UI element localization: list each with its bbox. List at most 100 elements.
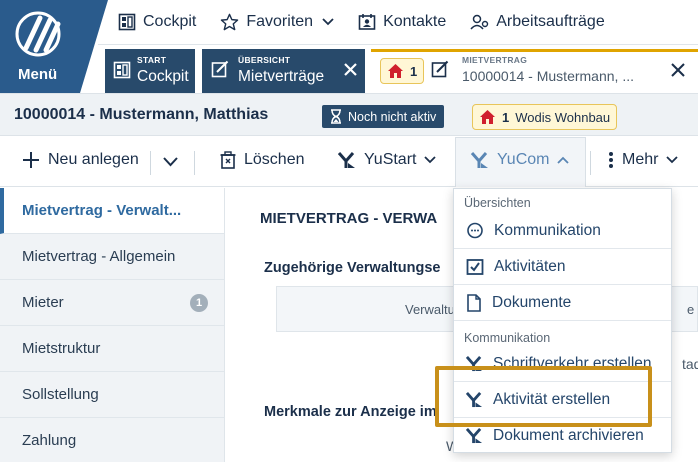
sidebar-item-label: Sollstellung xyxy=(22,386,99,403)
count-badge: 1 xyxy=(190,294,208,312)
edit-icon xyxy=(431,60,449,78)
menu-item-dokument-archivieren[interactable]: Dokument archivieren xyxy=(454,418,671,453)
chevron-down-icon xyxy=(322,18,334,26)
company-badge: 1 Wodis Wohnbau xyxy=(472,104,618,130)
menu-item-schriftverkehr-erstellen[interactable]: Schriftverkehr erstellen xyxy=(454,346,671,381)
sidebar-item-label: Mieter xyxy=(22,294,64,311)
top-bar: Menü Cockpit Favoriten Kontakte Arbeitsa… xyxy=(0,0,698,93)
yu-logo-icon xyxy=(466,427,483,444)
toolbar-divider xyxy=(590,151,591,175)
plus-icon xyxy=(23,152,39,168)
contacts-icon xyxy=(358,14,376,30)
menu-item-dokumente[interactable]: Dokumente xyxy=(454,285,671,320)
hourglass-icon xyxy=(331,109,341,124)
sidebar-item-mietvertrag-verwaltung[interactable]: Mietvertrag - Verwalt... xyxy=(0,188,224,234)
close-icon[interactable] xyxy=(344,63,357,76)
star-icon xyxy=(221,13,239,31)
sidebar-item-zahlung[interactable]: Zahlung xyxy=(0,418,224,462)
menu-button[interactable]: Menü xyxy=(0,0,108,93)
yustart-label: YuStart xyxy=(364,151,417,168)
yu-logo-icon xyxy=(471,152,488,168)
cockpit-icon xyxy=(118,13,136,31)
quicklinks-bar: Cockpit Favoriten Kontakte Arbeitsaufträ… xyxy=(118,13,605,31)
yu-logo-icon xyxy=(466,355,483,372)
sidebar-item-mietstruktur[interactable]: Mietstruktur xyxy=(0,326,224,372)
tab-title: 10000014 - Mustermann, ... xyxy=(462,68,634,84)
new-button[interactable]: Neu anlegen xyxy=(22,151,139,169)
tab-kicker: ÜBERSICHT xyxy=(238,55,291,65)
quicklink-label: Kontakte xyxy=(383,13,447,30)
chevron-down-icon xyxy=(666,156,679,164)
menu-item-kommunikation[interactable]: Kommunikation xyxy=(454,213,671,248)
sidebar-item-label: Mietvertrag - Allgemein xyxy=(22,248,176,265)
house-icon xyxy=(388,64,403,78)
tab-title: Cockpit xyxy=(137,68,189,85)
more-vertical-icon xyxy=(609,152,613,168)
menu-item-label: Dokumente xyxy=(492,293,572,311)
menu-divider xyxy=(454,320,671,321)
tab-kicker: MIETVERTRAG xyxy=(462,55,528,65)
quicklink-label: Favoriten xyxy=(246,13,314,30)
edit-icon xyxy=(211,60,229,78)
divider xyxy=(98,44,698,45)
menu-group-label: Übersichten xyxy=(464,196,531,210)
app-logo-icon xyxy=(15,11,61,57)
menu-item-aktivitaeten[interactable]: Aktivitäten xyxy=(454,249,671,284)
menu-item-label: Aktivitäten xyxy=(494,257,566,275)
action-toolbar: Neu anlegen Löschen YuStart YuCom Mehr xyxy=(0,137,698,187)
tab-kicker: START xyxy=(137,55,167,65)
sidebar-item-sollstellung[interactable]: Sollstellung xyxy=(0,372,224,418)
work-orders-icon xyxy=(470,14,489,30)
tab-cockpit[interactable]: START Cockpit xyxy=(105,49,195,93)
subsection-title: Zugehörige Verwaltungse xyxy=(264,260,441,276)
quicklink-arbeitsauftraege[interactable]: Arbeitsaufträge xyxy=(470,13,605,31)
more-label: Mehr xyxy=(622,151,659,168)
menu-item-aktivitaet-erstellen[interactable]: Aktivität erstellen xyxy=(454,382,671,417)
table-cell: tadt xyxy=(682,356,698,372)
menu-label: Menü xyxy=(18,66,58,83)
yucom-label: YuCom xyxy=(497,151,550,168)
activity-icon xyxy=(466,258,484,275)
sidebar: Mietvertrag - Verwalt... Mietvertrag - A… xyxy=(0,188,225,462)
yu-logo-icon xyxy=(466,391,483,408)
sidebar-item-mieter[interactable]: Mieter 1 xyxy=(0,280,224,326)
column-header[interactable]: e xyxy=(687,302,694,317)
delete-button[interactable]: Löschen xyxy=(220,151,305,169)
record-title: 10000014 - Mustermann, Matthias xyxy=(14,106,269,123)
close-icon[interactable] xyxy=(671,63,685,77)
sidebar-item-label: Mietstruktur xyxy=(22,340,101,357)
tab-mietvertraege[interactable]: ÜBERSICHT Mietverträge xyxy=(202,49,365,93)
sidebar-item-label: Mietvertrag - Verwalt... xyxy=(22,202,182,219)
more-menu-button[interactable]: Mehr xyxy=(608,151,679,169)
quicklink-cockpit[interactable]: Cockpit xyxy=(118,13,196,31)
menu-item-label: Kommunikation xyxy=(494,221,601,239)
quicklink-kontakte[interactable]: Kontakte xyxy=(358,13,446,31)
menu-item-label: Dokument archivieren xyxy=(493,426,644,444)
house-icon xyxy=(480,110,495,124)
tab-title: Mietverträge xyxy=(238,68,325,85)
yustart-menu-button[interactable]: YuStart xyxy=(338,151,437,169)
chevron-up-icon xyxy=(557,156,570,164)
cockpit-icon xyxy=(113,61,131,79)
chevron-down-icon xyxy=(163,157,178,167)
status-badge: Noch nicht aktiv xyxy=(322,105,445,128)
toolbar-divider xyxy=(194,151,195,175)
yucom-dropdown-menu: Übersichten Kommunikation Aktivitäten Do… xyxy=(453,188,672,453)
trash-icon xyxy=(220,151,236,169)
quicklink-favoriten[interactable]: Favoriten xyxy=(220,13,334,31)
quicklink-label: Arbeitsaufträge xyxy=(496,13,605,30)
yucom-menu-button[interactable]: YuCom xyxy=(471,151,570,169)
tab-mietvertrag[interactable]: 1 MIETVERTRAG 10000014 - Mustermann, ... xyxy=(371,49,698,93)
sidebar-item-mietvertrag-allgemein[interactable]: Mietvertrag - Allgemein xyxy=(0,234,224,280)
status-label: Noch nicht aktiv xyxy=(348,109,437,124)
column-header[interactable]: Verwaltu xyxy=(405,302,455,317)
menu-group-label: Kommunikation xyxy=(464,331,551,345)
menu-item-label: Aktivität erstellen xyxy=(493,390,611,408)
menu-item-label: Schriftverkehr erstellen xyxy=(493,354,652,372)
company-name: Wodis Wohnbau xyxy=(515,109,611,125)
quicklink-label: Cockpit xyxy=(143,13,197,30)
chevron-down-icon xyxy=(424,156,437,164)
chat-icon xyxy=(467,222,483,238)
new-dropdown-button[interactable] xyxy=(163,157,178,167)
company-count: 1 xyxy=(502,109,510,125)
